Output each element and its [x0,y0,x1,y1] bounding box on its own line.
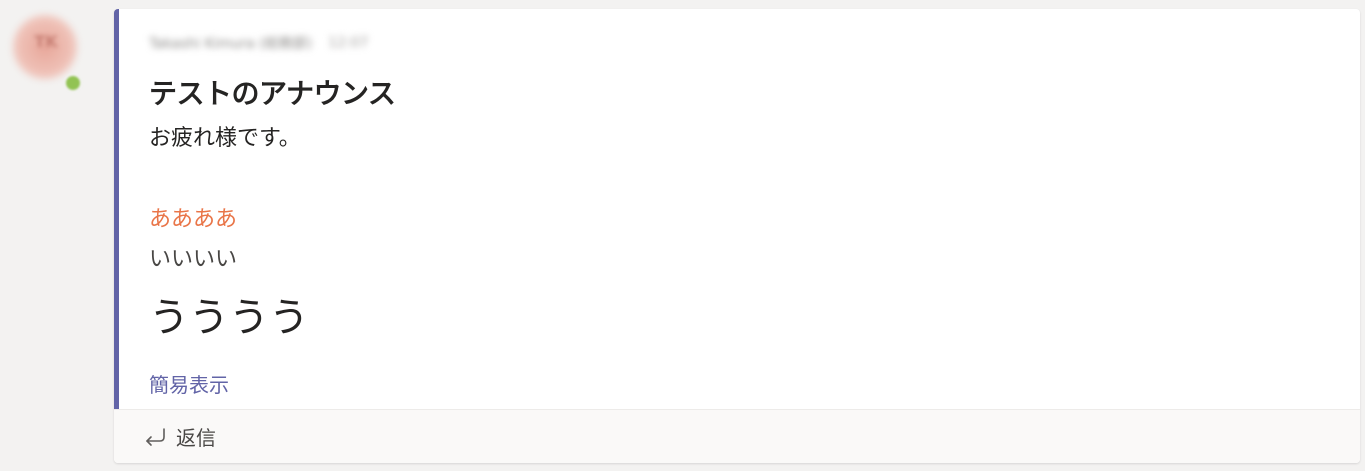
presence-status-dot [64,74,82,92]
message-meta: Takashi Kimura (総務部) 12:07 [149,33,368,53]
reply-arrow-icon [142,426,168,448]
chat-thread: TK Takashi Kimura (総務部) 12:07 テストのアナウンス … [0,0,1365,471]
message-greeting: お疲れ様です。 [149,126,301,151]
announcement-message-body: Takashi Kimura (総務部) 12:07 テストのアナウンス お疲れ… [114,9,1360,409]
message-line-large: うううう [149,295,309,341]
reply-button[interactable]: 返信 [142,422,216,451]
avatar-initials: TK [34,32,58,51]
announcement-message-card: Takashi Kimura (総務部) 12:07 テストのアナウンス お疲れ… [114,9,1360,463]
reply-label: 返信 [176,426,216,450]
sender-name[interactable]: Takashi Kimura (総務部) [149,33,312,53]
collapse-link[interactable]: 簡易表示 [149,369,229,398]
message-line-red: ああああ [149,207,238,232]
message-line-normal: いいいい [149,247,238,272]
message-footer: 返信 [114,409,1360,463]
announcement-subject: テストのアナウンス [149,77,396,110]
message-timestamp: 12:07 [328,35,369,51]
